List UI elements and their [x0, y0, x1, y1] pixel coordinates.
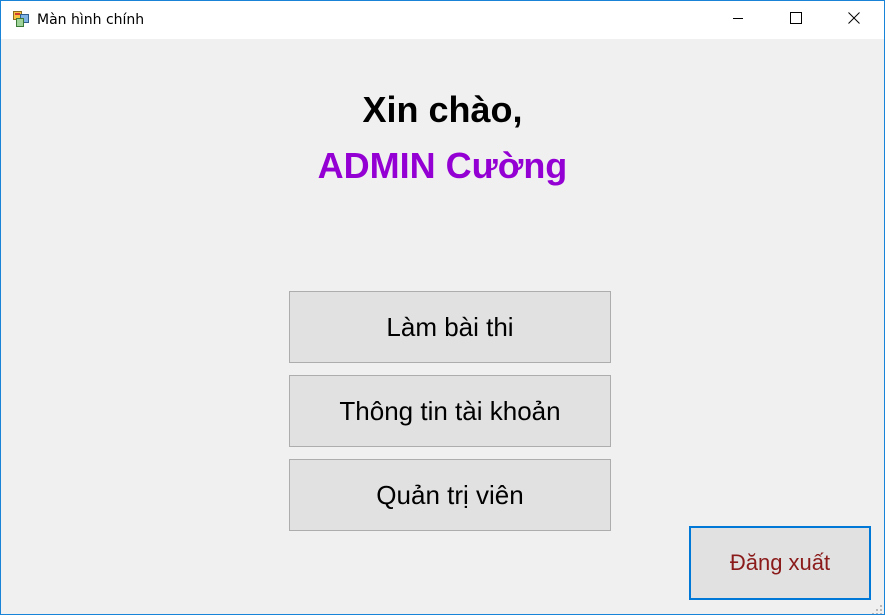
administrator-button[interactable]: Quản trị viên [289, 459, 611, 531]
maximize-button[interactable] [767, 1, 825, 39]
app-window-icon[interactable] [13, 11, 29, 27]
window-title: Màn hình chính [37, 12, 145, 28]
resize-grip-icon[interactable] [872, 602, 882, 614]
logout-button[interactable]: Đăng xuất [689, 526, 871, 600]
username-label: ADMIN Cường [317, 145, 568, 186]
greeting-label: Xin chào, [362, 89, 523, 130]
close-icon [848, 11, 860, 29]
main-window: Màn hình chính Xin chào, ADMIN Cường Làm… [0, 0, 885, 615]
take-exam-button[interactable]: Làm bài thi [289, 291, 611, 363]
client-area: Xin chào, ADMIN Cường Làm bài thi Thông … [1, 39, 884, 614]
close-button[interactable] [825, 1, 883, 39]
maximize-icon [790, 11, 802, 29]
minimize-button[interactable] [709, 1, 767, 39]
account-info-button[interactable]: Thông tin tài khoản [289, 375, 611, 447]
minimize-icon [732, 11, 744, 29]
title-bar[interactable]: Màn hình chính [1, 1, 884, 39]
